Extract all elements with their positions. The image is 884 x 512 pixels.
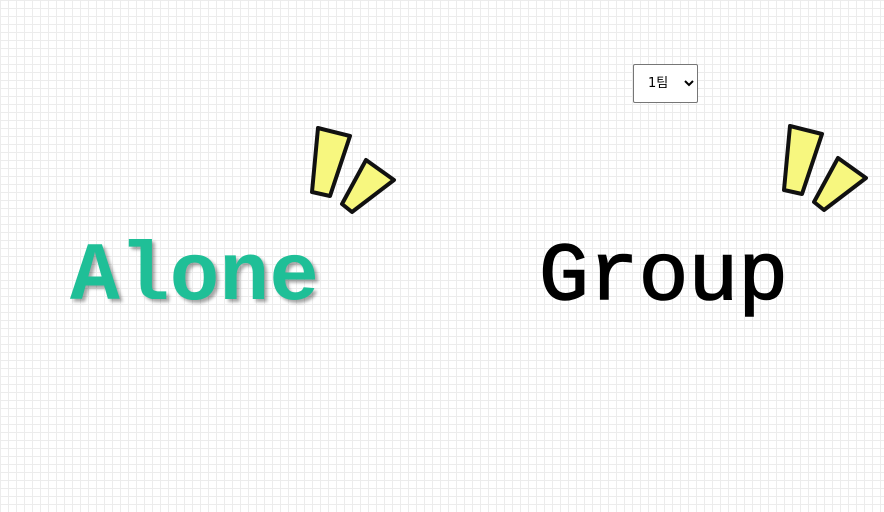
group-panel[interactable]: Group [442,0,884,512]
group-mode-label[interactable]: Group [538,235,789,320]
alone-mode-label[interactable]: Alone [70,236,319,319]
sparkle-icon [310,126,396,214]
alone-panel[interactable]: Alone [0,0,442,512]
sparkle-icon [782,124,868,212]
